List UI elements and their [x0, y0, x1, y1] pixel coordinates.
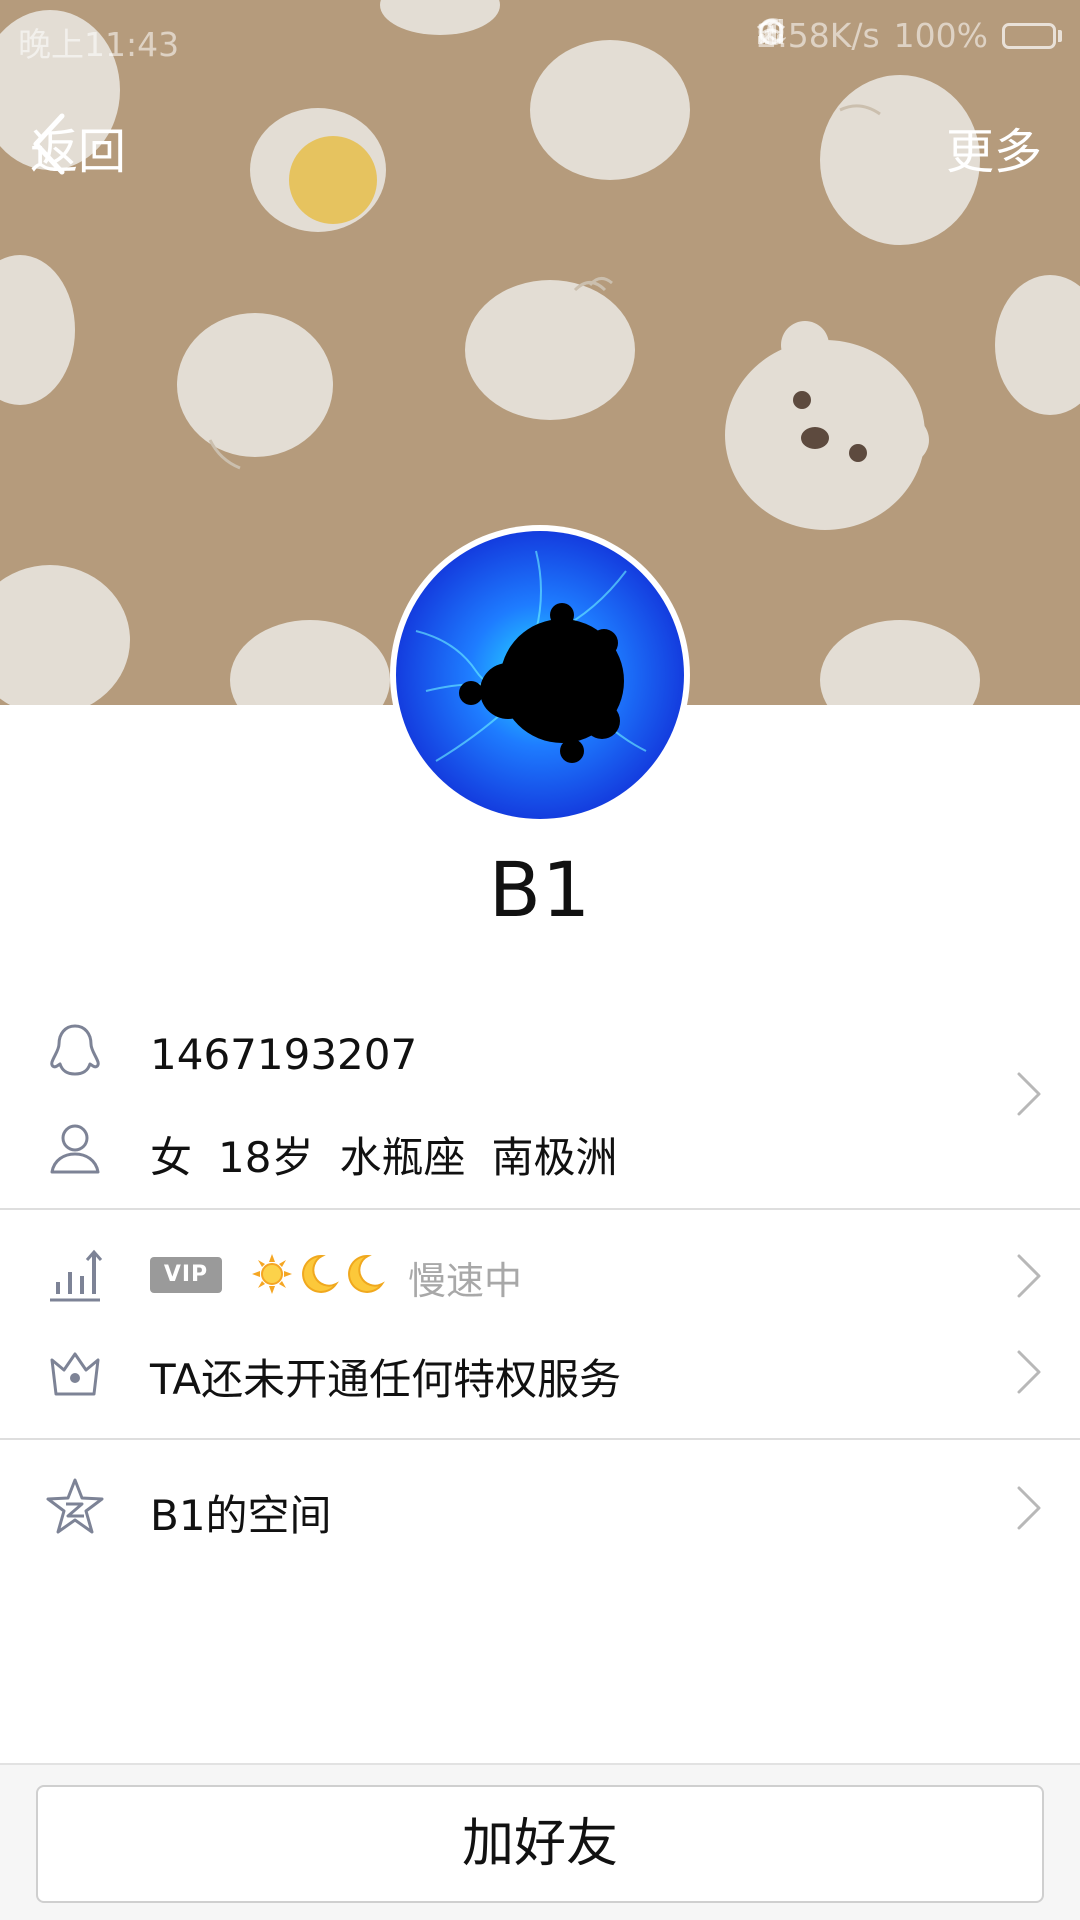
user-icon [50, 1124, 100, 1174]
chevron-left-icon [33, 113, 65, 175]
location: 南极洲 [491, 1133, 618, 1182]
status-bar: 晚上11:43 2.58K/s 100% [0, 0, 1080, 76]
status-icons: 2.58K/s 100% [756, 16, 1062, 55]
personal-info: 女 18岁 水瓶座 南极洲 [150, 1124, 618, 1185]
battery-icon [1002, 22, 1062, 49]
back-button[interactable]: 返回 [30, 112, 126, 182]
qzone-star-icon [46, 1478, 104, 1534]
qzone-label: B1的空间 [150, 1491, 332, 1540]
sun-icon [252, 1254, 292, 1294]
more-button[interactable]: 更多 [946, 112, 1042, 182]
chevron-right-icon [1017, 1254, 1041, 1298]
qq-number: 1467193207 [150, 1030, 418, 1079]
privilege-text: TA还未开通任何特权服务 [150, 1355, 622, 1404]
profile-name: B1 [488, 845, 592, 934]
add-friend-button[interactable]: 加好友 [36, 1785, 1044, 1903]
chevron-right-icon [1017, 1072, 1041, 1116]
chevron-right-icon [1017, 1486, 1041, 1530]
crown-icon [50, 1352, 100, 1396]
zodiac: 水瓶座 [339, 1133, 466, 1182]
level-status: 慢速中 [408, 1259, 523, 1303]
chevron-right-icon [1017, 1350, 1041, 1394]
divider [0, 1208, 1080, 1210]
wifi-icon [757, 21, 786, 42]
avatar[interactable] [390, 525, 690, 825]
bottom-action-bar: 加好友 [0, 1763, 1080, 1920]
gender: 女 [150, 1133, 193, 1182]
basic-info-row[interactable]: 1467193207 女 18岁 水瓶座 南极洲 [0, 1000, 1080, 1208]
divider [0, 1438, 1080, 1440]
moon-icon [348, 1254, 385, 1293]
moon-icon [302, 1254, 339, 1293]
vip-badge: VIP [150, 1257, 222, 1293]
status-time: 晚上11:43 [18, 25, 180, 64]
level-chart-icon [50, 1249, 103, 1302]
qq-penguin-icon [50, 1024, 100, 1076]
battery-percent: 100% [893, 16, 988, 55]
qzone-row[interactable]: B1的空间 [0, 1460, 1080, 1556]
more-label: 更多 [945, 124, 1042, 180]
privilege-row[interactable]: TA还未开通任何特权服务 [0, 1324, 1080, 1420]
age: 18岁 [218, 1133, 314, 1182]
profile-screen: 晚上11:43 2.58K/s 100% 返回 更多 B1 1467193207… [0, 0, 1080, 1920]
avatar-image [396, 531, 684, 819]
level-icons [250, 1252, 386, 1296]
level-row[interactable]: VIP 慢速中 [0, 1228, 1080, 1324]
